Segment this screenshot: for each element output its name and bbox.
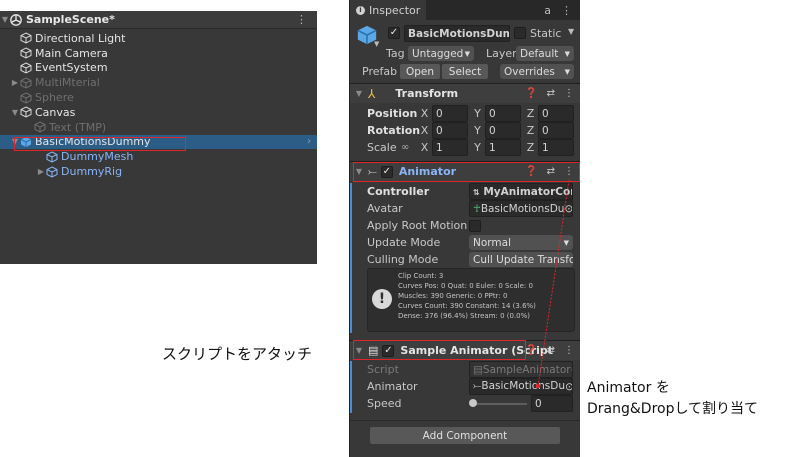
item-label: Directional Light	[35, 31, 126, 45]
gameobject-cube-icon	[20, 92, 32, 104]
hierarchy-menu-icon[interactable]: ⋮	[296, 13, 307, 26]
inspector-panel: i Inspector a ⋮ ▼ ✓ BasicMotionsDummy St…	[349, 0, 580, 457]
attach-script-annotation: スクリプトをアタッチ	[162, 345, 313, 363]
item-label: Text (TMP)	[49, 120, 107, 134]
hierarchy-item-multimaterial[interactable]: ▶ MultiMterial	[0, 75, 317, 90]
hierarchy-item-sphere[interactable]: Sphere	[0, 90, 317, 105]
gameobject-cube-icon	[20, 77, 32, 89]
unity-scene-icon	[10, 13, 22, 26]
item-label: DummyRig	[61, 165, 123, 179]
hierarchy-item-main-camera[interactable]: Main Camera	[0, 46, 317, 61]
selection-highlight-box	[14, 137, 186, 151]
hierarchy-panel: ▼ SampleScene* ⋮ Directional Light Main …	[0, 11, 317, 264]
drag-annotation-line1: Animator を	[587, 380, 670, 396]
item-label: Canvas	[35, 105, 76, 119]
item-label: Main Camera	[35, 46, 108, 60]
drag-arrow-overlay	[535, 179, 570, 389]
gameobject-cube-icon	[20, 62, 32, 74]
collapse-arrow-icon[interactable]: ▼	[10, 108, 20, 117]
chevron-right-icon[interactable]: ›	[307, 136, 311, 147]
gameobject-cube-icon	[46, 151, 58, 163]
item-label: DummyMesh	[61, 150, 134, 164]
scene-row[interactable]: ▼ SampleScene* ⋮	[0, 11, 317, 29]
hierarchy-item-dummy-mesh[interactable]: DummyMesh	[0, 149, 317, 164]
item-label: MultiMterial	[35, 76, 100, 90]
gameobject-cube-icon	[34, 121, 46, 133]
hierarchy-item-canvas[interactable]: ▼ Canvas	[0, 105, 317, 120]
item-label: Sphere	[35, 91, 74, 105]
expand-arrow-icon[interactable]: ▼	[0, 15, 10, 24]
gameobject-cube-icon	[20, 106, 32, 118]
scene-name: SampleScene*	[26, 13, 115, 26]
hierarchy-item-dummy-rig[interactable]: ▶ DummyRig	[0, 164, 317, 179]
hierarchy-item-event-system[interactable]: EventSystem	[0, 61, 317, 76]
hierarchy-item-directional-light[interactable]: Directional Light	[0, 31, 317, 46]
gameobject-cube-icon	[20, 32, 32, 44]
gameobject-cube-icon	[46, 166, 58, 178]
expand-arrow-icon[interactable]: ▶	[10, 78, 20, 87]
gameobject-cube-icon	[20, 47, 32, 59]
item-label: EventSystem	[35, 61, 108, 75]
expand-arrow-icon[interactable]: ▶	[36, 167, 46, 176]
drag-annotation-line2: Drang&Dropして割り当て	[587, 401, 759, 417]
hierarchy-item-text-tmp[interactable]: Text (TMP)	[0, 120, 317, 135]
